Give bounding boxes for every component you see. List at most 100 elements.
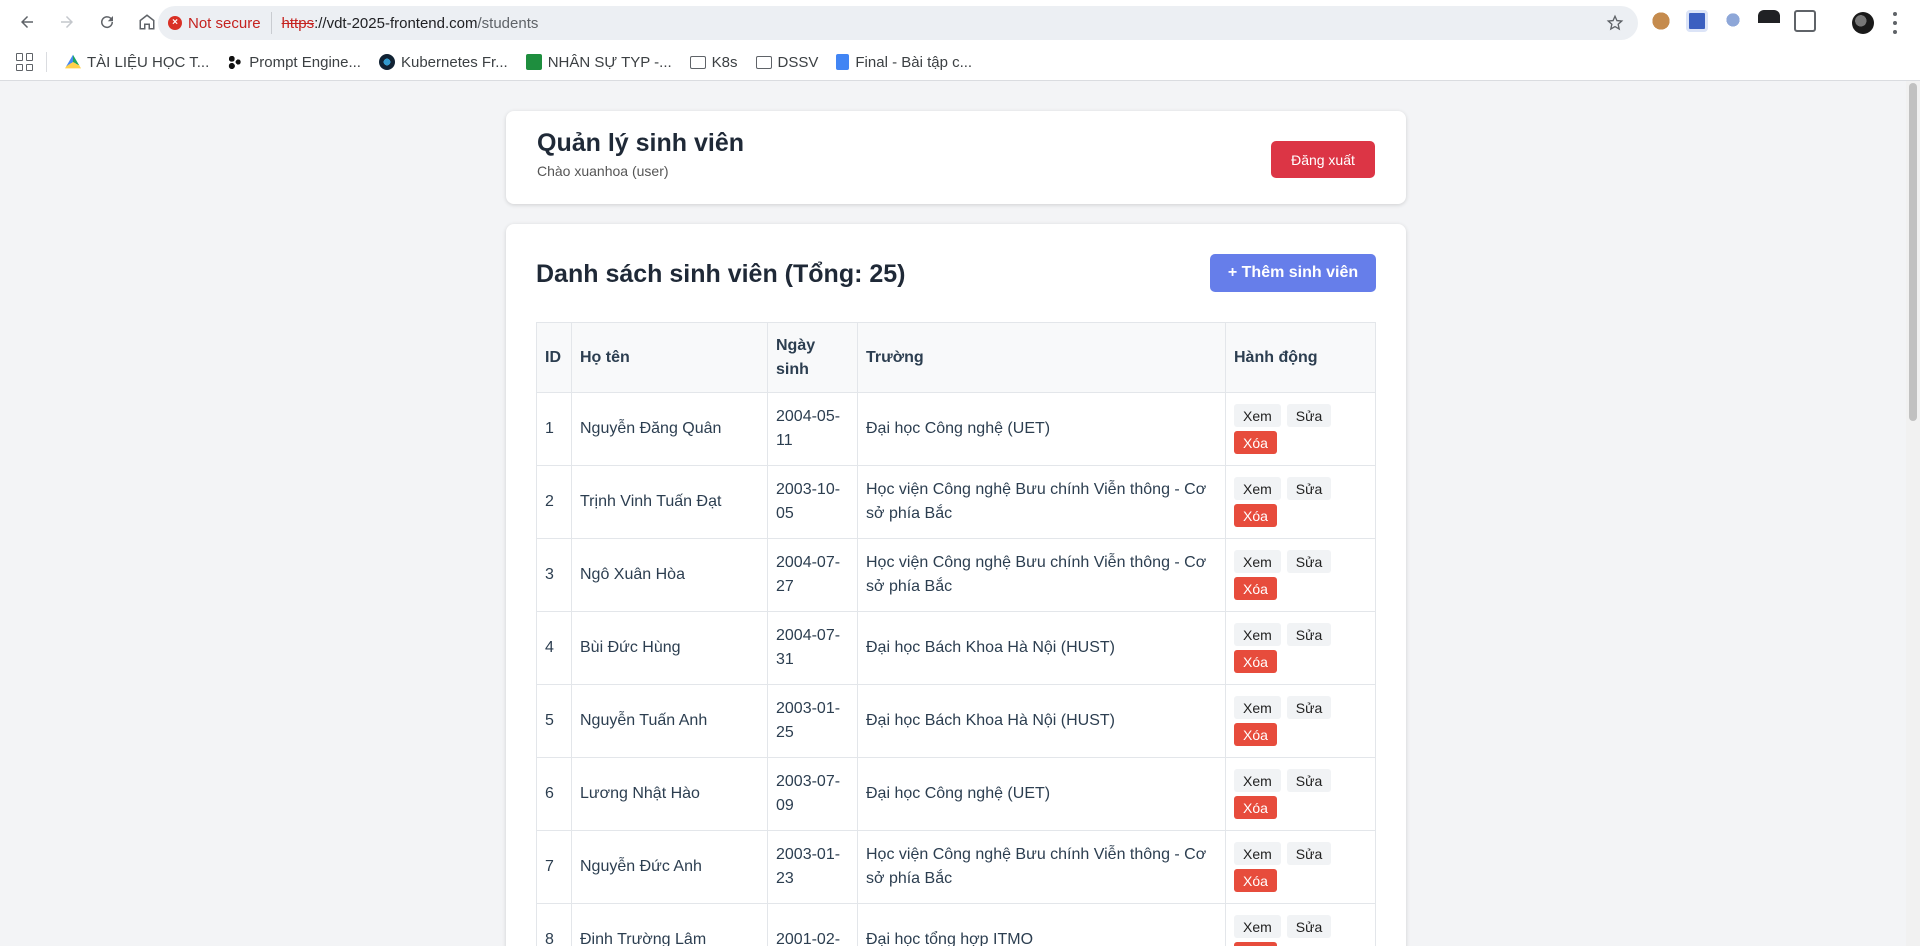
page-title: Quản lý sinh viên <box>537 129 744 157</box>
url-text[interactable]: https://vdt-2025-frontend.com/students <box>282 15 539 32</box>
edit-button[interactable]: Sửa <box>1286 769 1332 792</box>
cell-dob: 2003-10-05 <box>767 465 858 539</box>
cell-actions: XemSửa Xóa <box>1225 903 1376 946</box>
bookmark-item[interactable]: TÀI LIỆU HỌC T... <box>65 54 209 71</box>
row-actions: XemSửa Xóa <box>1234 696 1344 746</box>
cell-dob: 2004-05-11 <box>767 392 858 466</box>
cell-actions: XemSửa Xóa <box>1225 684 1376 758</box>
cell-name: Nguyễn Đăng Quân <box>571 392 768 466</box>
bookmark-label: DSSV <box>777 53 819 71</box>
menu-kebab-icon[interactable] <box>1892 12 1898 34</box>
logout-button[interactable]: Đăng xuất <box>1271 141 1375 178</box>
cell-school: Đại học tổng hợp ITMO <box>857 903 1226 946</box>
cell-dob: 2003-07-09 <box>767 757 858 831</box>
cell-school: Học viện Công nghệ Bưu chính Viễn thông … <box>857 830 1226 904</box>
profile-avatar[interactable] <box>1852 12 1874 34</box>
view-button[interactable]: Xem <box>1234 842 1281 865</box>
bookmark-star-icon[interactable] <box>1606 14 1624 32</box>
folder-icon <box>755 55 772 69</box>
view-button[interactable]: Xem <box>1234 404 1281 427</box>
bookmark-label: TÀI LIỆU HỌC T... <box>87 53 210 71</box>
delete-button[interactable]: Xóa <box>1234 577 1277 600</box>
table-row: 4 Bùi Đức Hùng 2004-07-31 Đại học Bách Khoa… <box>536 611 1376 685</box>
student-list-card: Danh sách sinh viên (Tổng: 25) + Thêm si… <box>506 224 1406 946</box>
cell-actions: XemSửa Xóa <box>1225 757 1376 831</box>
view-button[interactable]: Xem <box>1234 477 1281 500</box>
bookmark-item[interactable]: Prompt Engine... <box>227 54 361 71</box>
reload-icon[interactable] <box>90 5 124 39</box>
delete-button[interactable]: Xóa <box>1234 869 1277 892</box>
delete-button[interactable]: Xóa <box>1234 504 1277 527</box>
edit-button[interactable]: Sửa <box>1286 477 1332 500</box>
cell-dob: 2004-07-31 <box>767 611 858 685</box>
bookmark-item[interactable]: NHÂN SỰ TYP -... <box>525 54 672 71</box>
cell-name: Đinh Trường Lâm <box>571 903 768 946</box>
scrollbar-thumb[interactable] <box>1909 83 1917 421</box>
cell-id: 7 <box>536 830 572 904</box>
address-bar[interactable]: × Not secure https://vdt-2025-frontend.c… <box>158 6 1638 40</box>
view-button[interactable]: Xem <box>1234 915 1281 938</box>
delete-button[interactable]: Xóa <box>1234 723 1277 746</box>
cell-id: 2 <box>536 465 572 539</box>
delete-button[interactable]: Xóa <box>1234 796 1277 819</box>
bookmark-item[interactable]: Final - Bài tập c... <box>836 54 972 71</box>
dots-icon <box>227 54 244 70</box>
url-scheme: https <box>281 14 315 32</box>
cell-school: Học viện Công nghệ Bưu chính Viễn thông … <box>857 538 1226 612</box>
delete-button[interactable]: Xóa <box>1234 942 1277 946</box>
delete-button[interactable]: Xóa <box>1234 650 1277 673</box>
edit-button[interactable]: Sửa <box>1286 696 1332 719</box>
table-row: 1 Nguyễn Đăng Quân 2004-05-11 Đại học Công … <box>536 392 1376 466</box>
bookmark-item[interactable]: Kubernetes Fr... <box>378 53 508 71</box>
incognito-extension-icon[interactable] <box>1758 10 1780 32</box>
docs-icon <box>836 54 850 70</box>
page-viewport: Quản lý sinh viên Chào xuanhoa (user) Đă… <box>0 81 1920 946</box>
back-icon[interactable] <box>10 5 44 39</box>
user-greeting: Chào xuanhoa (user) <box>537 163 669 179</box>
cell-name: Trịnh Vinh Tuấn Đạt <box>571 465 768 539</box>
warning-icon: × <box>168 16 182 30</box>
cookie-extension-icon[interactable] <box>1650 10 1672 32</box>
cell-actions: XemSửa Xóa <box>1225 392 1376 466</box>
view-button[interactable]: Xem <box>1234 550 1281 573</box>
extensions-area <box>1650 10 1816 32</box>
edit-button[interactable]: Sửa <box>1286 404 1332 427</box>
cell-id: 6 <box>536 757 572 831</box>
forward-icon[interactable] <box>50 5 84 39</box>
drive-icon <box>65 54 81 69</box>
cell-id: 3 <box>536 538 572 612</box>
edit-button[interactable]: Sửa <box>1286 550 1332 573</box>
cell-name: Lương Nhật Hào <box>571 757 768 831</box>
extensions-puzzle-icon[interactable] <box>1794 10 1816 32</box>
edit-button[interactable]: Sửa <box>1286 623 1332 646</box>
cell-school: Đại học Công nghệ (UET) <box>857 757 1226 831</box>
cell-name: Ngô Xuân Hòa <box>571 538 768 612</box>
delete-button[interactable]: Xóa <box>1234 431 1277 454</box>
view-button[interactable]: Xem <box>1234 696 1281 719</box>
shield-extension-icon[interactable] <box>1722 10 1744 32</box>
cell-actions: XemSửa Xóa <box>1225 465 1376 539</box>
column-header-name: Họ tên <box>571 322 768 393</box>
bookmark-item[interactable]: DSSV <box>755 53 819 71</box>
column-header-actions: Hành động <box>1225 322 1376 393</box>
bookmarks-divider <box>46 52 47 72</box>
cell-dob: 2003-01-25 <box>767 684 858 758</box>
security-indicator[interactable]: × Not secure <box>168 12 272 34</box>
page-scrollbar[interactable] <box>1906 81 1920 946</box>
url-path: /students <box>477 14 539 32</box>
apps-grid-icon[interactable] <box>16 53 34 71</box>
bookmark-label: K8s <box>711 53 738 71</box>
list-title: Danh sách sinh viên (Tổng: 25) <box>536 260 906 288</box>
bookmark-label: Kubernetes Fr... <box>400 53 508 71</box>
bookmark-item[interactable]: K8s <box>689 53 738 71</box>
edit-button[interactable]: Sửa <box>1286 842 1332 865</box>
row-actions: XemSửa Xóa <box>1234 477 1344 527</box>
edit-button[interactable]: Sửa <box>1286 915 1332 938</box>
sheets-icon <box>525 54 542 70</box>
add-student-button[interactable]: + Thêm sinh viên <box>1210 254 1376 292</box>
view-button[interactable]: Xem <box>1234 623 1281 646</box>
view-button[interactable]: Xem <box>1234 769 1281 792</box>
screenshot-extension-icon[interactable] <box>1686 10 1708 32</box>
cell-actions: XemSửa Xóa <box>1225 611 1376 685</box>
cell-school: Đại học Bách Khoa Hà Nội (HUST) <box>857 684 1226 758</box>
